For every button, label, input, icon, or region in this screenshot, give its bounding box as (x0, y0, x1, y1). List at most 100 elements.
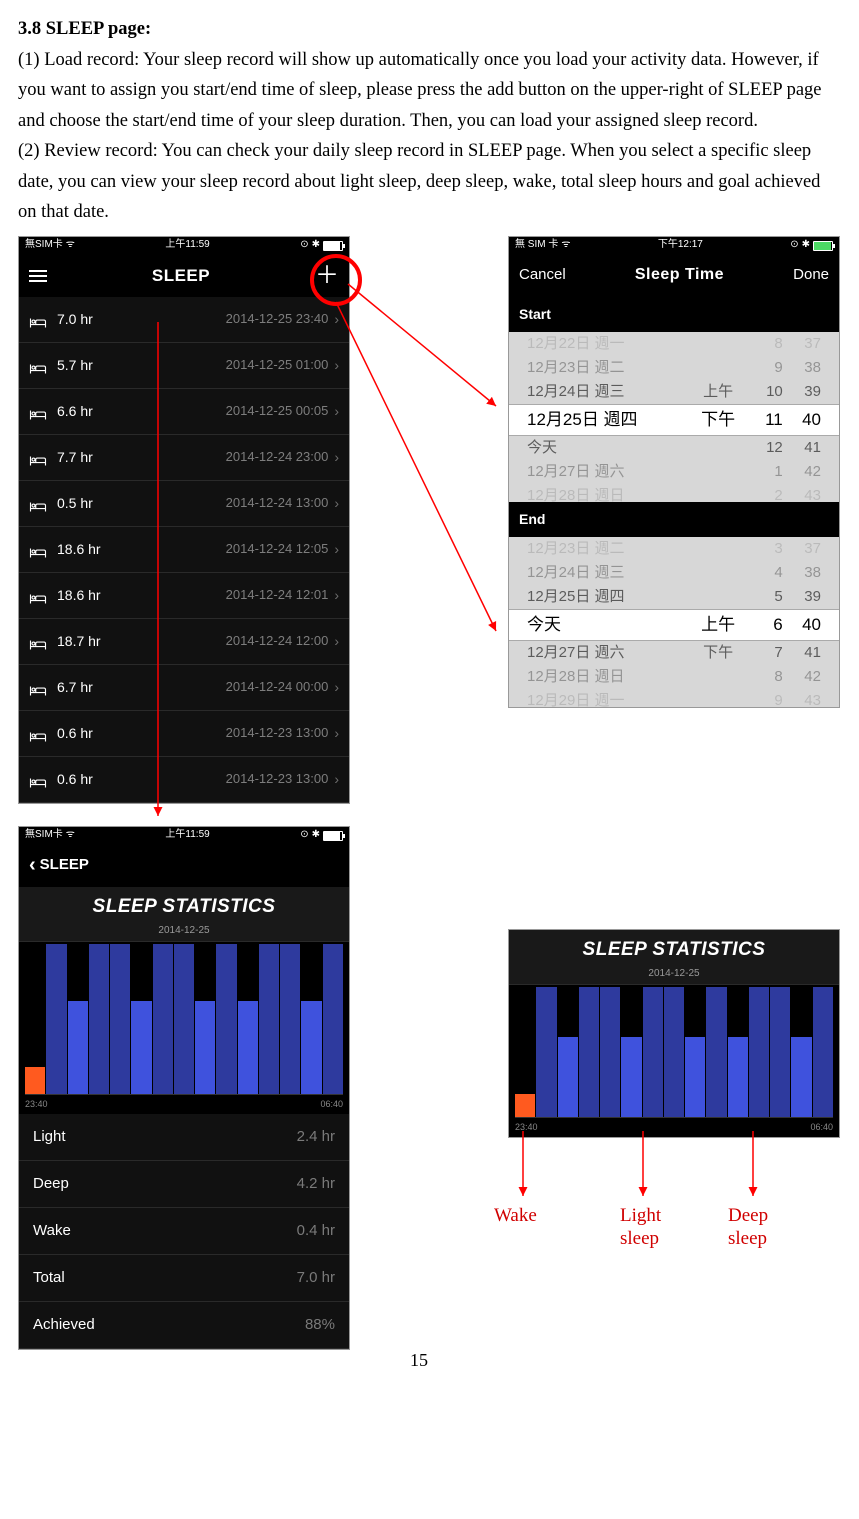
sleep-timestamp: 2014-12-24 12:01 (117, 584, 334, 605)
bed-icon (29, 635, 47, 647)
chart-bar-deep (664, 987, 684, 1117)
chevron-right-icon: › (334, 722, 339, 745)
end-time-picker[interactable]: 12月23日 週二337 12月24日 週三438 12月25日 週四539 今… (509, 537, 839, 707)
bed-icon (29, 681, 47, 693)
picker-row[interactable]: 12月24日 週三438 (509, 561, 839, 585)
chart-bar-deep (536, 987, 556, 1117)
chart-bar-light (301, 1001, 321, 1094)
chevron-right-icon: › (334, 676, 339, 699)
picker-row[interactable]: 12月25日 週四539 (509, 585, 839, 609)
screenshot-sleep-list: 無SIM卡ᯤ 上午11:59 ⊙✱ SLEEP ＋ 7.0 hr 2014-12… (18, 236, 350, 804)
sleep-hours: 18.7 hr (57, 630, 117, 653)
chart-bar-deep (110, 944, 130, 1094)
figure-area: 無SIM卡ᯤ 上午11:59 ⊙✱ SLEEP ＋ 7.0 hr 2014-12… (18, 236, 841, 1476)
chart-bar-light (68, 1001, 88, 1094)
alarm-icon: ⊙ (300, 827, 308, 844)
add-button[interactable]: ＋ (315, 264, 339, 288)
wifi-icon: ᯤ (561, 237, 570, 254)
wifi-icon: ᯤ (66, 827, 75, 844)
end-label: End (509, 502, 839, 537)
chart-bar-deep (46, 944, 66, 1094)
battery-icon (323, 241, 343, 251)
picker-row[interactable]: 12月29日 週一943 (509, 689, 839, 707)
wifi-icon: ᯤ (66, 237, 75, 254)
back-label[interactable]: SLEEP (40, 853, 89, 878)
status-bar: 無SIM卡ᯤ 上午11:59 ⊙✱ (19, 237, 349, 255)
stats-info-row: Wake 0.4 hr (19, 1208, 349, 1255)
sleep-hours: 5.7 hr (57, 354, 117, 377)
bed-icon (29, 313, 47, 325)
stats-info-value: 4.2 hr (297, 1172, 335, 1197)
picker-row[interactable]: 12月28日 週日842 (509, 665, 839, 689)
picker-row[interactable]: 12月23日 週二337 (509, 537, 839, 561)
bed-icon (29, 543, 47, 555)
status-carrier: 無SIM卡 (25, 827, 63, 844)
chart-bar-deep (259, 944, 279, 1094)
stats-info-value: 88% (305, 1313, 335, 1338)
sleep-record-row[interactable]: 18.6 hr 2014-12-24 12:01 › (19, 573, 349, 619)
sleep-hours: 0.5 hr (57, 492, 117, 515)
bed-icon (29, 773, 47, 785)
done-button[interactable]: Done (793, 263, 829, 288)
annotation-deep-sleep: Deep sleep (728, 1204, 768, 1252)
sleep-record-row[interactable]: 18.6 hr 2014-12-24 12:05 › (19, 527, 349, 573)
annotation-light-sleep: Light sleep (620, 1204, 661, 1252)
page-number: 15 (410, 1346, 428, 1376)
alarm-icon: ⊙ (790, 237, 798, 254)
picker-row[interactable]: 12月27日 週六142 (509, 460, 839, 484)
chart-bar-light (558, 1037, 578, 1118)
sleep-record-row[interactable]: 6.6 hr 2014-12-25 00:05 › (19, 389, 349, 435)
back-chevron-icon[interactable]: ‹ (29, 849, 36, 882)
start-time-picker[interactable]: 12月22日 週一837 12月23日 週二938 12月24日 週三上午103… (509, 332, 839, 502)
chart-x-start: 23:40 (25, 1097, 48, 1112)
nav-title: SLEEP (152, 262, 210, 290)
status-bar: 無SIM卡ᯤ 上午11:59 ⊙✱ (19, 827, 349, 845)
picker-row[interactable]: 12月24日 週三上午1039 (509, 380, 839, 404)
bluetooth-icon: ✱ (312, 237, 320, 254)
sleep-timestamp: 2014-12-24 12:05 (117, 538, 334, 559)
chart-bar-deep (89, 944, 109, 1094)
picker-row[interactable]: 12月22日 週一837 (509, 332, 839, 356)
picker-row[interactable]: 12月27日 週六下午741 (509, 641, 839, 665)
status-carrier: 無 SIM 卡 (515, 237, 558, 254)
stats-info-key: Achieved (33, 1313, 95, 1338)
cancel-button[interactable]: Cancel (519, 263, 566, 288)
chart-bar-light (791, 1037, 811, 1118)
sleep-record-row[interactable]: 5.7 hr 2014-12-25 01:00 › (19, 343, 349, 389)
stats-info-row: Achieved 88% (19, 1302, 349, 1349)
sleep-timestamp: 2014-12-25 23:40 (117, 308, 334, 329)
sleep-record-row[interactable]: 6.7 hr 2014-12-24 00:00 › (19, 665, 349, 711)
menu-button[interactable] (29, 270, 47, 282)
sleep-timestamp: 2014-12-24 12:00 (117, 630, 334, 651)
sleep-record-row[interactable]: 0.6 hr 2014-12-23 13:00 › (19, 757, 349, 803)
chart-x-end: 06:40 (320, 1097, 343, 1112)
bed-icon (29, 589, 47, 601)
chart-bar-deep (770, 987, 790, 1117)
stats-header: SLEEP STATISTICS 2014-12-25 (19, 887, 349, 943)
picker-row[interactable]: 12月28日 週日243 (509, 484, 839, 502)
stats-info-value: 7.0 hr (297, 1266, 335, 1291)
stats-info-value: 2.4 hr (297, 1125, 335, 1150)
stats-date: 2014-12-25 (19, 923, 349, 940)
chevron-right-icon: › (334, 354, 339, 377)
picker-row[interactable]: 12月23日 週二938 (509, 356, 839, 380)
sleep-record-row[interactable]: 0.5 hr 2014-12-24 13:00 › (19, 481, 349, 527)
picker-row[interactable]: 今天1241 (509, 436, 839, 460)
sleep-record-row[interactable]: 7.7 hr 2014-12-24 23:00 › (19, 435, 349, 481)
stats-info-key: Deep (33, 1172, 69, 1197)
chevron-right-icon: › (334, 630, 339, 653)
chevron-right-icon: › (334, 446, 339, 469)
body-text: (1) Load record: Your sleep record will … (18, 45, 841, 228)
stats-info-row: Total 7.0 hr (19, 1255, 349, 1302)
sleep-record-row[interactable]: 0.6 hr 2014-12-23 13:00 › (19, 711, 349, 757)
picker-row[interactable]: 12月25日 週四下午1140 (509, 404, 839, 436)
sleep-hours: 6.7 hr (57, 676, 117, 699)
sleep-record-row[interactable]: 7.0 hr 2014-12-25 23:40 › (19, 297, 349, 343)
chevron-right-icon: › (334, 400, 339, 423)
chart-bar-deep (216, 944, 236, 1094)
chart-bar-light (195, 1001, 215, 1094)
sleep-record-row[interactable]: 18.7 hr 2014-12-24 12:00 › (19, 619, 349, 665)
sleep-record-list: 7.0 hr 2014-12-25 23:40 › 5.7 hr 2014-12… (19, 297, 349, 803)
picker-row[interactable]: 今天上午640 (509, 609, 839, 641)
chart-bar-deep (749, 987, 769, 1117)
